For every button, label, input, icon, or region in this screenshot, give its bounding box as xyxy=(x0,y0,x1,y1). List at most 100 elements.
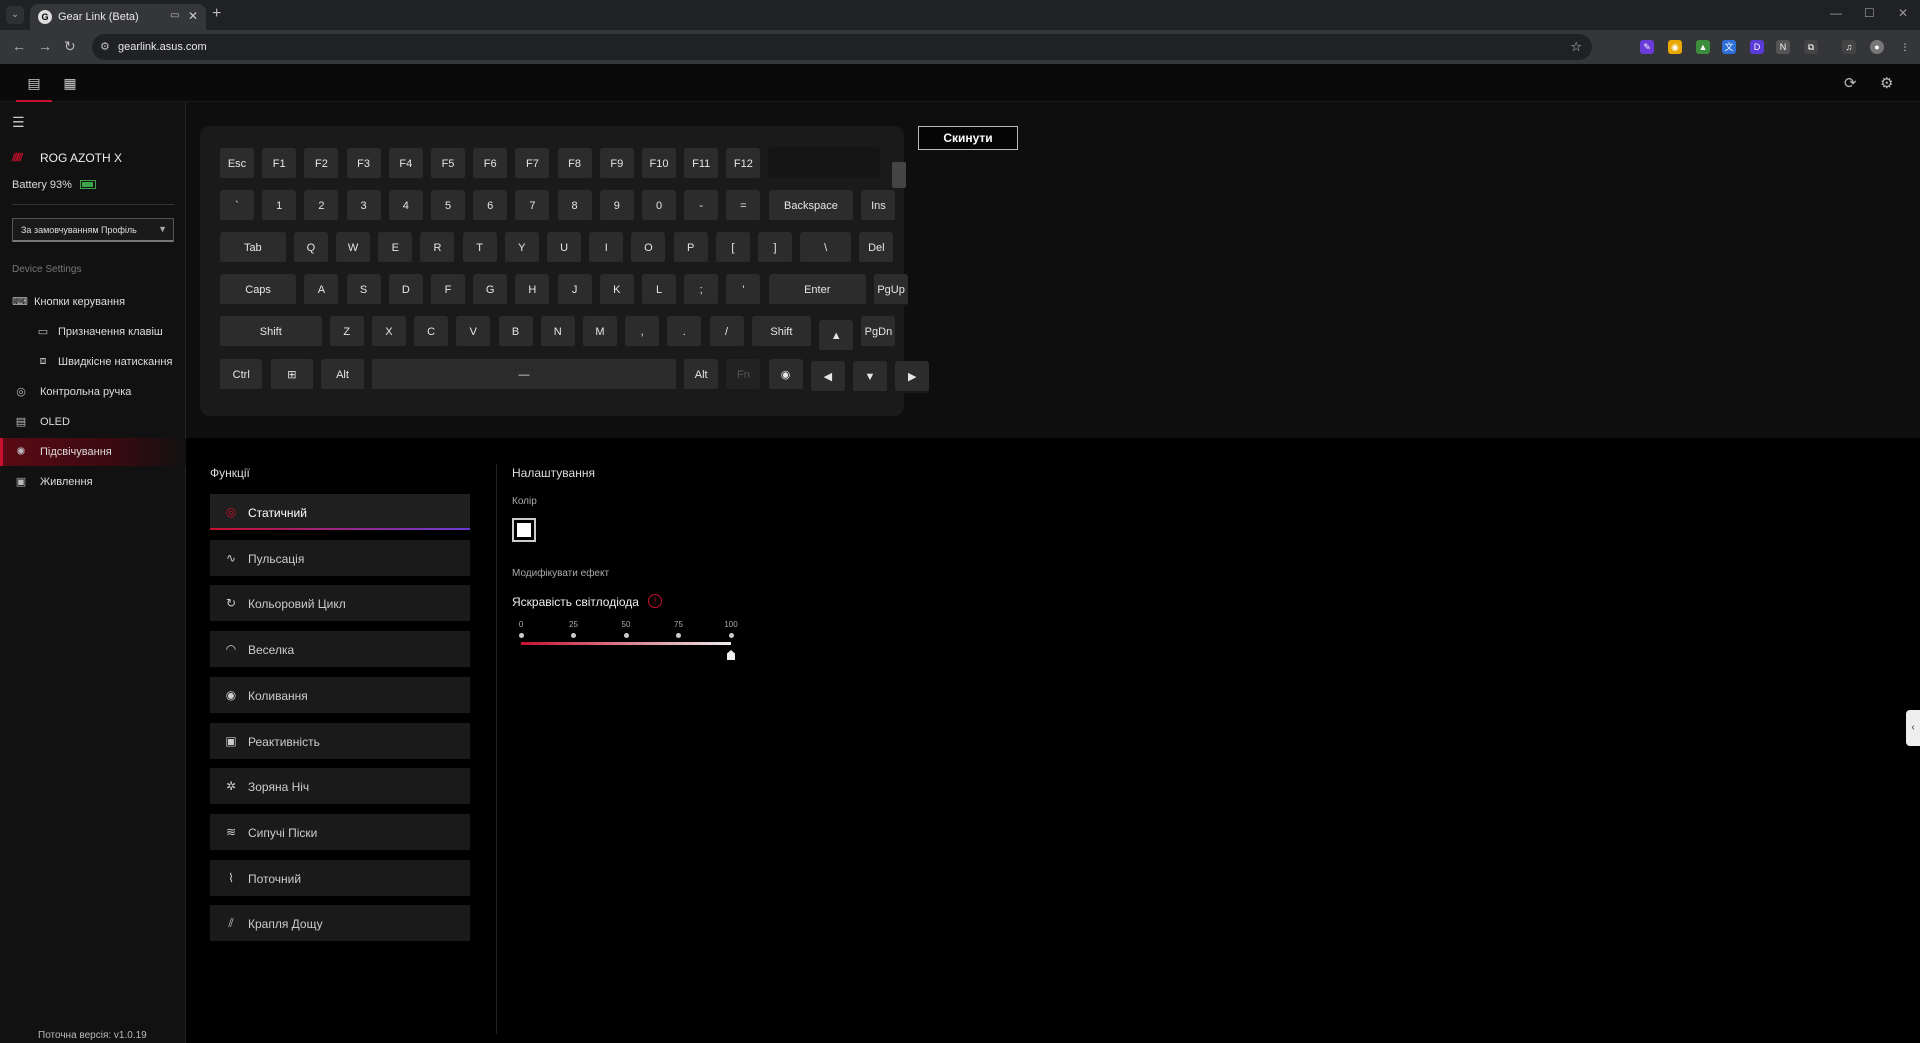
key-2-12[interactable]: ] xyxy=(758,232,793,264)
key-3-3[interactable]: D xyxy=(388,274,423,306)
key-4-4[interactable]: V xyxy=(456,316,491,348)
info-icon[interactable]: ! xyxy=(648,594,662,608)
key-2-0[interactable]: Tab xyxy=(220,232,286,264)
key-1-1[interactable]: 1 xyxy=(262,190,297,222)
effect-item[interactable]: ⫽ Крапля Дощу xyxy=(210,905,470,942)
key-3-5[interactable]: G xyxy=(473,274,508,306)
key-3-9[interactable]: L xyxy=(642,274,676,306)
key-0-2[interactable]: F2 xyxy=(304,148,339,180)
sidebar-item-lighting[interactable]: ✺ Підсвічування xyxy=(0,438,186,466)
key-5-8[interactable]: ▼ xyxy=(853,361,887,393)
effect-item[interactable]: ↻ Кольоровий Цикл xyxy=(210,585,470,622)
key-3-2[interactable]: S xyxy=(346,274,381,306)
key-2-14[interactable]: Del xyxy=(859,232,894,264)
tab-list-chevron-icon[interactable]: ⌄ xyxy=(6,6,24,24)
device-tab-icon[interactable]: ▤ xyxy=(16,64,52,102)
key-5-6[interactable]: ◉ xyxy=(768,359,803,391)
extension-n-icon[interactable]: N xyxy=(1776,40,1790,54)
key-0-8[interactable]: F8 xyxy=(557,148,592,180)
brightness-tick-dot[interactable] xyxy=(571,633,576,638)
key-5-7[interactable]: ◀ xyxy=(810,361,845,393)
sync-icon[interactable]: ⟳ xyxy=(1844,74,1857,92)
reload-icon[interactable]: ↻ xyxy=(64,38,76,55)
key-2-7[interactable]: U xyxy=(547,232,582,264)
effect-item[interactable]: ◉ Коливання xyxy=(210,676,470,713)
extensions-puzzle-icon[interactable]: ⧉ xyxy=(1804,40,1818,54)
key-1-3[interactable]: 3 xyxy=(346,190,381,222)
color-swatch[interactable] xyxy=(512,518,536,542)
key-2-3[interactable]: E xyxy=(378,232,413,264)
site-info-icon[interactable]: ⚙ xyxy=(100,40,110,53)
key-0-11[interactable]: F11 xyxy=(684,148,719,180)
key-3-0[interactable]: Caps xyxy=(220,274,297,306)
key-1-2[interactable]: 2 xyxy=(304,190,339,222)
key-2-11[interactable]: [ xyxy=(715,232,750,264)
key-0-9[interactable]: F9 xyxy=(599,148,634,180)
key-0-5[interactable]: F5 xyxy=(431,148,465,180)
key-4-2[interactable]: X xyxy=(371,316,406,348)
media-control-icon[interactable]: ♫ xyxy=(1842,40,1856,54)
minimize-icon[interactable]: — xyxy=(1830,6,1842,20)
key-2-8[interactable]: I xyxy=(589,232,624,264)
key-0-12[interactable]: F12 xyxy=(726,148,761,180)
sidebar-item-knob[interactable]: ◎ Контрольна ручка xyxy=(0,378,186,406)
key-5-4[interactable]: Alt xyxy=(684,359,719,391)
close-tab-icon[interactable]: ✕ xyxy=(188,9,198,23)
extension-drive-icon[interactable]: ▲ xyxy=(1696,40,1710,54)
key-4-11[interactable]: Shift xyxy=(751,316,812,348)
key-5-5[interactable]: Fn xyxy=(726,359,761,391)
hamburger-menu-icon[interactable]: ☰ xyxy=(12,114,25,131)
browser-menu-icon[interactable]: ⋮ xyxy=(1898,40,1912,54)
effect-item[interactable]: ▣ Реактивність xyxy=(210,722,470,759)
key-1-14[interactable]: Ins xyxy=(861,190,896,222)
key-0-3[interactable]: F3 xyxy=(346,148,381,180)
key-1-12[interactable]: = xyxy=(726,190,761,222)
sidebar-item-oled[interactable]: ▤ OLED xyxy=(0,408,186,436)
key-1-4[interactable]: 4 xyxy=(388,190,423,222)
brightness-slider-thumb[interactable] xyxy=(727,650,735,660)
key-5-1[interactable]: ⊞ xyxy=(270,359,314,391)
key-2-9[interactable]: O xyxy=(631,232,666,264)
settings-gear-icon[interactable]: ⚙ xyxy=(1880,74,1893,92)
brightness-tick-dot[interactable] xyxy=(623,633,629,638)
forward-arrow-icon[interactable]: → xyxy=(38,38,52,54)
key-5-0[interactable]: Ctrl xyxy=(220,359,263,391)
key-2-6[interactable]: Y xyxy=(504,232,539,264)
key-1-6[interactable]: 6 xyxy=(473,190,508,222)
extension-chrome-icon[interactable]: ◉ xyxy=(1668,40,1682,54)
sidebar-item-controls[interactable]: ⌨ Кнопки керування xyxy=(0,288,186,316)
key-0-7[interactable]: F7 xyxy=(515,148,550,180)
key-3-7[interactable]: J xyxy=(557,274,592,306)
key-5-3[interactable]: — xyxy=(371,359,676,391)
profile-avatar-icon[interactable]: ● xyxy=(1870,40,1884,54)
profile-select[interactable]: За замовчуванням Профіль ▼ xyxy=(12,218,174,242)
key-2-4[interactable]: R xyxy=(420,232,455,264)
key-1-11[interactable]: - xyxy=(684,190,719,222)
address-bar[interactable]: ⚙ gearlink.asus.com ☆ xyxy=(92,34,1592,60)
key-3-13[interactable]: PgUp xyxy=(874,274,909,306)
brightness-tick-dot[interactable] xyxy=(728,633,734,638)
key-1-0[interactable]: ` xyxy=(220,190,254,222)
key-2-5[interactable]: T xyxy=(462,232,497,264)
key-3-12[interactable]: Enter xyxy=(768,274,866,306)
new-tab-button[interactable]: + xyxy=(212,5,221,23)
key-3-1[interactable]: A xyxy=(304,274,339,306)
key-2-10[interactable]: P xyxy=(673,232,708,264)
key-4-1[interactable]: Z xyxy=(329,316,364,348)
key-4-3[interactable]: C xyxy=(414,316,449,348)
effect-item[interactable]: ✲ Зоряна Ніч xyxy=(210,768,470,805)
back-arrow-icon[interactable]: ← xyxy=(12,38,26,54)
brightness-tick-dot[interactable] xyxy=(518,633,524,638)
reset-button[interactable]: Скинути xyxy=(918,126,1018,150)
key-4-13[interactable]: PgDn xyxy=(861,316,896,348)
key-4-7[interactable]: M xyxy=(582,316,617,348)
key-2-13[interactable]: \ xyxy=(800,232,852,264)
key-2-1[interactable]: Q xyxy=(293,232,328,264)
key-3-4[interactable]: F xyxy=(431,274,465,306)
key-4-12[interactable]: ▲ xyxy=(819,320,854,352)
extension-translate-icon[interactable]: 文 xyxy=(1722,40,1736,54)
brightness-slider-track[interactable] xyxy=(521,642,731,645)
key-0-0[interactable]: Esc xyxy=(220,148,254,180)
key-0-10[interactable]: F10 xyxy=(642,148,676,180)
key-1-5[interactable]: 5 xyxy=(431,190,465,222)
